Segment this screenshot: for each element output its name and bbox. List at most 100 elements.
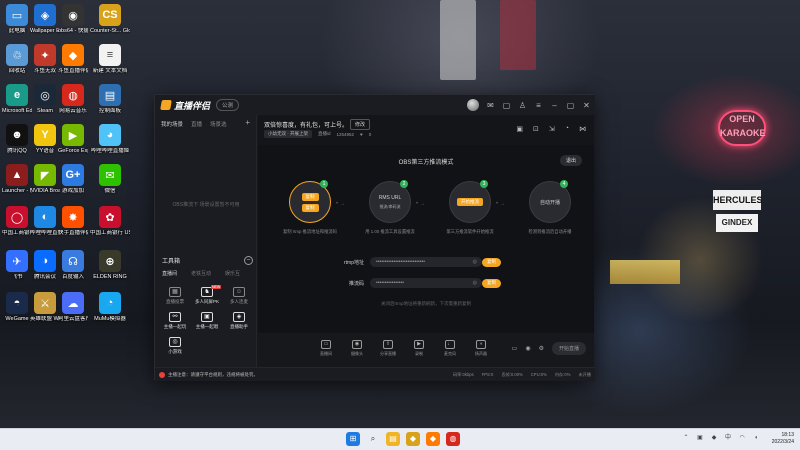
- message-icon[interactable]: ✉: [486, 101, 495, 110]
- taskbar-csgo-tb-icon[interactable]: ◆: [406, 432, 420, 446]
- tool-item[interactable]: ▣ 主播一起唱: [191, 312, 223, 330]
- desktop-icon-yy[interactable]: Y YY语音: [30, 124, 60, 155]
- desktop-icon-shuiqian[interactable]: ✦ 斗鱼无双: [30, 44, 60, 75]
- desktop-icon-tencent-meeting[interactable]: ◑ 腾讯会议: [30, 250, 60, 281]
- rtmp-field[interactable]: •••••••••••••••••••••••••••• ◎: [370, 257, 482, 267]
- desktop-icon-icbc-ukey[interactable]: ✿ 中国工商银行 USBKey 驱...: [90, 206, 130, 237]
- user-avatar[interactable]: [467, 99, 479, 111]
- desktop-icon-bilibili-live[interactable]: ◕ 哔哩哔哩直播姬: [90, 124, 130, 155]
- settings-icon[interactable]: ⚙: [539, 345, 544, 352]
- taskbar-windows-icon[interactable]: ⊞: [346, 432, 360, 446]
- tool-item[interactable]: ⚯ 主播一起玩: [159, 312, 191, 330]
- bottom-tool-label: 扬声器: [475, 351, 487, 356]
- shirt-icon[interactable]: ♙: [518, 101, 527, 110]
- bottom-tool[interactable]: ▭ 直播间: [316, 340, 336, 357]
- desktop-icon-wechat[interactable]: ✉ 微信: [90, 164, 130, 195]
- tray-network-icon[interactable]: ◠: [738, 434, 746, 442]
- tool-item[interactable]: ♞ 多人同屏PK NEW: [191, 285, 223, 305]
- desktop-icon-elden-ring[interactable]: ⊕ ELDEN RING: [90, 250, 130, 281]
- exit-obs-button[interactable]: 退出: [559, 155, 582, 166]
- desktop-icon-nvidia-broadcast[interactable]: ◤ NVIDIA Broadcast: [30, 164, 60, 195]
- taskbar-file-explorer-icon[interactable]: ▤: [386, 432, 400, 446]
- desktop-icon-mumu[interactable]: ◔ MuMu模拟器: [90, 292, 130, 323]
- stream-key-field[interactable]: •••••••••••••••• ◎: [370, 278, 482, 288]
- desktop-icon-obs64[interactable]: ◉ obs64 - 快捷方式: [58, 4, 88, 35]
- tool-item[interactable]: ◎ 小游戏: [159, 337, 191, 355]
- menu-icon[interactable]: ≡: [534, 101, 543, 110]
- desktop-icon-qq[interactable]: ☻ 腾讯QQ: [2, 124, 32, 155]
- desktop-icon-netease-music[interactable]: ◍ 网易云音乐: [58, 84, 88, 115]
- desktop-icon-launcher[interactable]: ▲ Launcher - 快捷方式: [2, 164, 32, 195]
- tab-live-room[interactable]: 直播间: [162, 270, 177, 277]
- chat-icon[interactable]: ▢: [502, 101, 511, 110]
- category-chip[interactable]: 小幼无双 · 开展上架: [264, 130, 312, 138]
- desktop-icon-wallpaper-engine[interactable]: ◈ Wallpaper Engine:...: [30, 4, 60, 35]
- bottom-tool[interactable]: ▶ 录制: [409, 340, 429, 357]
- desktop-icon-csgo[interactable]: CS Counter-St... Global Off...: [90, 4, 130, 35]
- desktop-icon-control-panel[interactable]: ▤ 控制面板: [90, 84, 130, 115]
- step-description: 复制 rtmp 推流地址和推流码: [283, 229, 337, 234]
- desktop-icon-geforce[interactable]: ▶ GeForce Experience: [58, 124, 88, 155]
- start-live-button[interactable]: 开始直播: [551, 342, 586, 355]
- tray-chevron-icon[interactable]: ⌃: [682, 434, 690, 442]
- minimize-icon[interactable]: –: [550, 101, 559, 110]
- bell-icon[interactable]: ◔: [565, 125, 569, 133]
- preview-icon[interactable]: ◉: [525, 345, 530, 352]
- close-icon[interactable]: ✕: [582, 101, 591, 110]
- step-button[interactable]: 开始推流: [457, 198, 483, 206]
- desktop-icon-label: obs64 - 快捷方式: [58, 28, 88, 34]
- desktop-icon-bili-live2[interactable]: ◐ 哔哩哔哩直播姬: [30, 206, 60, 237]
- tray-ime-icon[interactable]: 中: [724, 434, 732, 442]
- bottom-tool[interactable]: ⇪ 分享直播: [378, 340, 398, 357]
- tab-scene-select[interactable]: 场景选: [210, 120, 227, 128]
- record-icon[interactable]: ▭: [512, 345, 518, 352]
- maximize-icon[interactable]: ▢: [566, 101, 575, 110]
- tab-fan-interaction[interactable]: 老铁互动: [191, 270, 211, 277]
- bottom-tool[interactable]: ♩ 麦克风: [440, 340, 460, 357]
- desktop-icon-new-text[interactable]: ≡ 新建 文本文档: [90, 44, 130, 75]
- tool-item[interactable]: ◈ 直播助手: [223, 312, 255, 330]
- desktop-icon-gplus[interactable]: G+ 游戏加加: [58, 164, 88, 195]
- desktop-icon-wegame-hero[interactable]: ⚔ 英雄联盟 WeGame版: [30, 292, 60, 323]
- lock-icon[interactable]: ⊡: [533, 125, 539, 133]
- desktop-icon-edge[interactable]: e Microsoft Edge: [2, 84, 32, 115]
- desktop-icon-douyu-live[interactable]: ◆ 斗鱼直播伴侣: [58, 44, 88, 75]
- desktop-icon-icbc[interactable]: ◯ 中国工商银行网银助手: [2, 206, 32, 237]
- tray-app-icon[interactable]: ▣: [696, 434, 704, 442]
- clock[interactable]: 18:13 2022/3/24: [772, 432, 794, 446]
- add-scene-icon[interactable]: +: [245, 119, 250, 128]
- tray-app-icon[interactable]: ◆: [710, 434, 718, 442]
- tab-entertainment[interactable]: 娱乐互: [225, 270, 240, 277]
- desktop-icon-ali-disk[interactable]: ☁ 阿里云盘客户端: [58, 292, 88, 323]
- step-button[interactable]: 复制: [301, 203, 319, 212]
- taskbar-search-icon[interactable]: ⌕: [366, 432, 380, 446]
- share-icon[interactable]: ⋈: [579, 125, 586, 133]
- bottom-tool[interactable]: ◖ 扬声器: [471, 340, 491, 357]
- desktop-icon-wegame[interactable]: ◓ WeGame: [2, 292, 32, 323]
- desktop-icon-feishu[interactable]: ✈ 飞书: [2, 250, 32, 281]
- toolbox-collapse-icon[interactable]: –: [244, 256, 253, 265]
- desktop-icon-steam[interactable]: ◎ Steam: [30, 84, 60, 115]
- eye-icon[interactable]: ◎: [473, 278, 477, 288]
- notice-icon: [159, 371, 165, 378]
- edit-title-button[interactable]: 修改: [350, 119, 371, 130]
- desktop-icon-baidu-input[interactable]: ☊ 百度输入: [58, 250, 88, 281]
- desktop-icon-kuaishou[interactable]: ✸ 快手直播伴侣: [58, 206, 88, 237]
- gift-icon[interactable]: ▣: [516, 125, 523, 133]
- taskbar-netease-tb-icon[interactable]: ◍: [446, 432, 460, 446]
- tab-live[interactable]: 直播: [191, 120, 202, 128]
- desktop-icon-computer[interactable]: ▭ 此电脑: [2, 4, 32, 35]
- tab-my-scenes[interactable]: 我的场景: [161, 120, 183, 128]
- taskbar-douyu-tb-icon[interactable]: ◆: [426, 432, 440, 446]
- copy-key-button[interactable]: 复制: [482, 278, 501, 288]
- tool-item[interactable]: ▦ 直播投票: [159, 287, 191, 305]
- export-icon[interactable]: ⇲: [549, 125, 555, 133]
- version-pill[interactable]: 公测: [216, 99, 240, 111]
- step-button[interactable]: 复制: [301, 192, 319, 201]
- tool-item[interactable]: ☺ 多人连麦: [223, 287, 255, 305]
- desktop-icon-recycle-bin[interactable]: ♲ 回收站: [2, 44, 32, 75]
- tray-volume-icon[interactable]: ◖: [752, 434, 760, 442]
- eye-icon[interactable]: ◎: [473, 257, 477, 267]
- bottom-tool[interactable]: ◉ 摄像头: [347, 340, 367, 357]
- copy-rtmp-button[interactable]: 复制: [482, 257, 501, 267]
